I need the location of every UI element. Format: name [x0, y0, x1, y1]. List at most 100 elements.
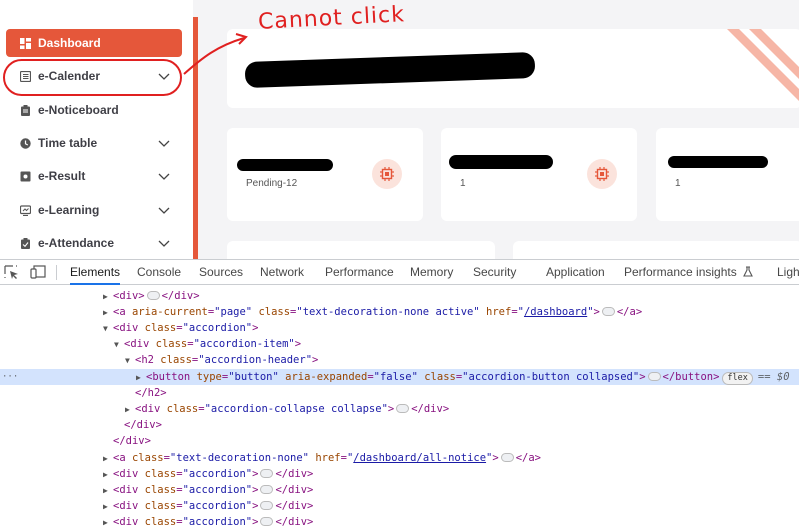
sidebar-item-e-learning[interactable]: e-Learning: [6, 196, 182, 224]
dom-node[interactable]: ▶ <div class="accordion-collapse collapse…: [0, 401, 799, 417]
dom-node[interactable]: </div>: [0, 417, 799, 433]
sidebar-item-label: e-Learning: [38, 203, 100, 217]
clock-icon: [20, 137, 31, 149]
redacted-welcome-text: [244, 51, 536, 89]
learning-icon: [20, 204, 31, 216]
sidebar-item-e-attendance[interactable]: e-Attendance: [6, 229, 182, 257]
dom-node[interactable]: </div>: [0, 433, 799, 449]
expand-arrow-icon[interactable]: ▶: [103, 305, 113, 321]
collapse-arrow-icon[interactable]: ▼: [125, 353, 135, 369]
flex-badge[interactable]: flex: [722, 372, 753, 385]
expand-arrow-icon[interactable]: ▶: [103, 289, 113, 305]
tab-console[interactable]: Console: [137, 260, 181, 285]
expand-arrow-icon[interactable]: ▶: [103, 515, 113, 526]
ellipsis-icon[interactable]: [260, 484, 274, 494]
expand-arrow-icon[interactable]: ▶: [103, 467, 113, 483]
attendance-icon: [20, 237, 31, 249]
toolbar-separator: [56, 265, 57, 280]
chip-icon: [372, 159, 402, 189]
dom-node[interactable]: ▶ <div class="accordion"> </div>: [0, 466, 799, 482]
dashboard-page: Dashboard e-Calender e-Noticeboard Time …: [0, 0, 799, 259]
ellipsis-icon[interactable]: [260, 468, 274, 478]
expand-arrow-icon[interactable]: ▶: [125, 402, 135, 418]
dom-node[interactable]: ▶ <div class="accordion"> </div>: [0, 498, 799, 514]
dom-node[interactable]: ▼ <div class="accordion">: [0, 320, 799, 336]
tab-label: Performance insights: [624, 265, 737, 279]
flask-icon: [743, 266, 753, 277]
ellipsis-icon[interactable]: [500, 452, 514, 462]
devtools-tabbar: Elements Console Sources Network Perform…: [0, 260, 799, 285]
expand-arrow-icon[interactable]: ▶: [103, 483, 113, 499]
tab-lighthouse[interactable]: Ligh: [777, 260, 799, 285]
tab-performance[interactable]: Performance: [325, 260, 394, 285]
ellipsis-icon[interactable]: [647, 371, 661, 381]
stat-card: Pending-12: [227, 128, 423, 221]
sidebar: Dashboard e-Calender e-Noticeboard Time …: [0, 0, 193, 259]
annotation-circle: [3, 59, 182, 96]
content-card: [227, 241, 495, 259]
collapse-arrow-icon[interactable]: ▼: [114, 337, 124, 353]
expand-arrow-icon[interactable]: ▶: [103, 451, 113, 467]
dom-tree: ▶ <div> </div> ▶ <a aria-current="page" cla…: [0, 286, 799, 526]
dom-node[interactable]: ▼ <div class="accordion-item">: [0, 336, 799, 352]
dom-node[interactable]: ▶ <a class="text-decoration-none" href="/…: [0, 450, 799, 466]
tab-security[interactable]: Security: [473, 260, 516, 285]
welcome-banner: [227, 29, 799, 108]
chip-icon: [587, 159, 617, 189]
sidebar-item-dashboard[interactable]: Dashboard: [6, 29, 182, 57]
dom-node[interactable]: ▶ <div class="accordion"> </div>: [0, 514, 799, 526]
device-toolbar-icon[interactable]: [30, 265, 46, 279]
chevron-down-icon[interactable]: [158, 170, 170, 182]
dom-node[interactable]: ▶ <div> </div>: [0, 288, 799, 304]
inspect-element-icon[interactable]: [4, 265, 20, 279]
ellipsis-icon[interactable]: [601, 306, 615, 316]
sidebar-item-e-result[interactable]: e-Result: [6, 162, 182, 190]
result-icon: [20, 171, 31, 182]
ellipsis-icon[interactable]: [146, 290, 160, 300]
tab-sources[interactable]: Sources: [199, 260, 243, 285]
stat-value: Pending-12: [246, 178, 298, 189]
ellipsis-icon[interactable]: [260, 516, 274, 526]
tab-performance-insights[interactable]: Performance insights: [624, 260, 753, 285]
sidebar-item-e-noticeboard[interactable]: e-Noticeboard: [6, 96, 182, 124]
dom-node[interactable]: </h2>: [0, 385, 799, 401]
stat-value: 1: [675, 178, 681, 189]
expand-arrow-icon[interactable]: ▶: [103, 499, 113, 515]
sidebar-item-label: Dashboard: [38, 36, 101, 50]
ellipsis-icon[interactable]: [260, 500, 274, 510]
dom-node[interactable]: ▶ <div class="accordion"> </div>: [0, 482, 799, 498]
sidebar-item-time-table[interactable]: Time table: [6, 129, 182, 157]
collapse-arrow-icon[interactable]: ▼: [103, 321, 113, 337]
sidebar-item-label: e-Result: [38, 169, 86, 183]
annotation-arrow: [183, 33, 248, 75]
redacted-stat-title: [237, 159, 333, 171]
tab-network[interactable]: Network: [260, 260, 304, 285]
dashboard-grid-icon: [20, 37, 31, 49]
redacted-stat-title: [449, 155, 553, 169]
banner-stripes-decoration: [727, 29, 799, 101]
tab-elements[interactable]: Elements: [70, 260, 121, 285]
dom-node[interactable]: ▶ <a aria-current="page" class="text-deco…: [0, 304, 799, 320]
stat-card: 1: [656, 128, 799, 221]
sidebar-item-label: e-Noticeboard: [38, 103, 119, 117]
stat-card: 1: [441, 128, 637, 221]
tab-memory[interactable]: Memory: [410, 260, 453, 285]
selected-node-ref: == $0: [757, 371, 790, 383]
clipboard-icon: [20, 104, 31, 116]
dom-node-selected[interactable]: ··· ▶ <button type="button" aria-expanded…: [0, 369, 799, 385]
content-card: [513, 241, 799, 259]
more-options-icon[interactable]: ···: [2, 369, 18, 385]
ellipsis-icon[interactable]: [396, 403, 410, 413]
chevron-down-icon[interactable]: [158, 204, 170, 216]
chevron-down-icon[interactable]: [158, 137, 170, 149]
tab-application[interactable]: Application: [546, 260, 605, 285]
chevron-down-icon[interactable]: [158, 237, 170, 249]
sidebar-item-label: e-Attendance: [38, 236, 115, 250]
sidebar-item-label: Time table: [38, 136, 98, 150]
app-root: Dashboard e-Calender e-Noticeboard Time …: [0, 0, 799, 526]
expand-arrow-icon[interactable]: ▶: [136, 370, 146, 386]
devtools-panel: Elements Console Sources Network Perform…: [0, 259, 799, 526]
dom-node[interactable]: ▼ <h2 class="accordion-header">: [0, 352, 799, 368]
redacted-stat-title: [668, 156, 768, 168]
stat-value: 1: [460, 178, 466, 189]
